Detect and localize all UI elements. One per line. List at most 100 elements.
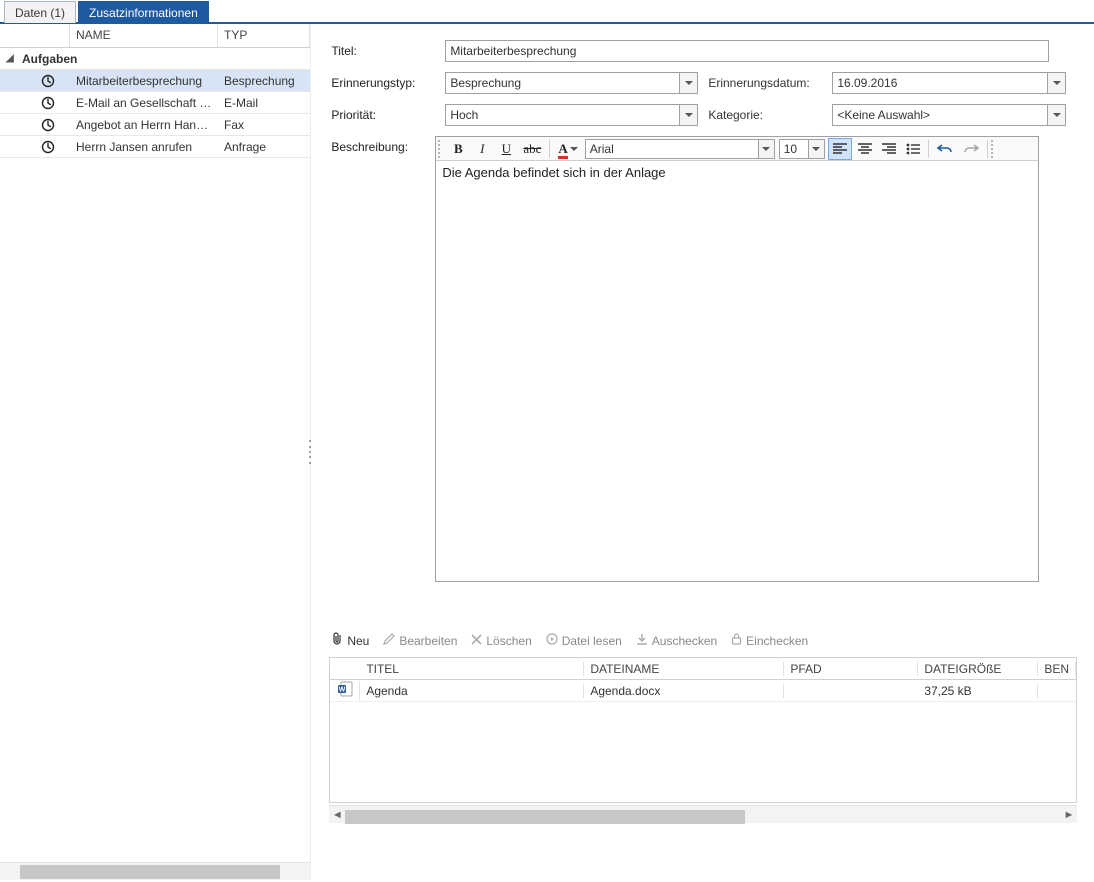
toolbar-grip-icon bbox=[438, 140, 444, 158]
align-left-button[interactable] bbox=[828, 138, 852, 160]
label-erinnerungsdatum: Erinnerungsdatum: bbox=[708, 76, 822, 90]
attach-col-titel[interactable]: TITEL bbox=[360, 662, 584, 676]
svg-text:W: W bbox=[339, 687, 346, 694]
tab-zusatzinformationen[interactable]: Zusatzinformationen bbox=[78, 1, 209, 23]
select-erinnerungstyp[interactable]: Besprechung bbox=[445, 72, 698, 94]
align-right-button[interactable] bbox=[878, 138, 900, 160]
clock-icon bbox=[26, 96, 70, 110]
sidebar-horizontal-scrollbar[interactable] bbox=[0, 862, 310, 880]
task-list-panel: NAME TYP ◢ Aufgaben Mitarbeiterbesprechu… bbox=[0, 24, 311, 880]
task-name: Angebot an Herrn Hansen bbox=[70, 118, 218, 132]
richtext-content[interactable]: Die Agenda befindet sich in der Anlage bbox=[436, 161, 1038, 581]
toolbar-grip-icon bbox=[991, 140, 997, 158]
attach-delete-button[interactable]: Löschen bbox=[471, 634, 531, 648]
chevron-down-icon[interactable] bbox=[758, 140, 774, 158]
attach-checkin-button[interactable]: Einchecken bbox=[731, 633, 808, 648]
strike-button[interactable]: abc bbox=[519, 138, 545, 160]
group-label: Aufgaben bbox=[22, 52, 77, 66]
align-center-button[interactable] bbox=[854, 138, 876, 160]
bold-button[interactable]: B bbox=[447, 138, 469, 160]
attach-dateiname: Agenda.docx bbox=[584, 684, 784, 698]
label-titel: Titel: bbox=[331, 44, 435, 58]
attach-col-groesse[interactable]: DATEIGRÖßE bbox=[918, 662, 1038, 676]
attachment-row[interactable]: W AgendaAgenda.docx 37,25 kB bbox=[330, 680, 1076, 702]
attach-new-button[interactable]: Neu bbox=[331, 632, 369, 649]
chevron-down-icon[interactable] bbox=[1047, 105, 1065, 125]
paperclip-icon bbox=[331, 632, 343, 649]
font-size-select[interactable]: 10 bbox=[779, 139, 825, 159]
richtext-toolbar: B I U abc A Arial bbox=[436, 137, 1038, 161]
select-erinnerungstyp-value: Besprechung bbox=[450, 76, 521, 90]
tab-daten[interactable]: Daten (1) bbox=[4, 1, 76, 23]
attach-checkin-label: Einchecken bbox=[746, 634, 808, 648]
chevron-down-icon[interactable] bbox=[679, 73, 697, 93]
attach-checkout-button[interactable]: Auschecken bbox=[636, 633, 717, 648]
splitter-handle[interactable] bbox=[306, 437, 314, 467]
input-titel[interactable]: Mitarbeiterbesprechung bbox=[445, 40, 1049, 62]
main-horizontal-scrollbar[interactable]: ◄ ► bbox=[329, 805, 1077, 823]
attach-readfile-button[interactable]: Datei lesen bbox=[546, 633, 622, 648]
task-typ: Besprechung bbox=[218, 74, 310, 88]
attach-checkout-label: Auschecken bbox=[652, 634, 717, 648]
task-row[interactable]: E-Mail an Gesellschaft G...E-Mail bbox=[0, 92, 310, 114]
select-kategorie[interactable]: <Keine Auswahl> bbox=[832, 104, 1066, 126]
attachment-header: TITEL DATEINAME PFAD DATEIGRÖßE BEN bbox=[330, 658, 1076, 680]
font-color-button[interactable]: A bbox=[554, 138, 581, 160]
attach-groesse: 37,25 kB bbox=[918, 684, 1038, 698]
task-typ: Anfrage bbox=[218, 140, 310, 154]
group-aufgaben[interactable]: ◢ Aufgaben bbox=[0, 48, 310, 70]
label-erinnerungstyp: Erinnerungstyp: bbox=[331, 76, 435, 90]
x-icon bbox=[471, 634, 482, 648]
undo-button[interactable] bbox=[933, 138, 957, 160]
task-name: Mitarbeiterbesprechung bbox=[70, 74, 218, 88]
lock-icon bbox=[731, 633, 742, 648]
task-typ: Fax bbox=[218, 118, 310, 132]
attach-col-dateiname[interactable]: DATEINAME bbox=[584, 662, 784, 676]
attach-edit-button[interactable]: Bearbeiten bbox=[383, 633, 457, 648]
task-row[interactable]: Herrn Jansen anrufenAnfrage bbox=[0, 136, 310, 158]
attach-titel: Agenda bbox=[360, 684, 584, 698]
label-prioritaet: Priorität: bbox=[331, 108, 435, 122]
font-family-select[interactable]: Arial bbox=[585, 139, 775, 159]
font-size-value: 10 bbox=[784, 142, 797, 156]
word-file-icon: W bbox=[330, 681, 360, 700]
task-row[interactable]: Angebot an Herrn HansenFax bbox=[0, 114, 310, 136]
bullet-list-button[interactable] bbox=[902, 138, 924, 160]
task-row[interactable]: MitarbeiterbesprechungBesprechung bbox=[0, 70, 310, 92]
column-icon[interactable] bbox=[26, 24, 70, 47]
collapse-icon: ◢ bbox=[6, 53, 18, 64]
tab-bar: Daten (1) Zusatzinformationen bbox=[0, 0, 1094, 24]
date-erinnerungsdatum[interactable]: 16.09.2016 bbox=[832, 72, 1066, 94]
attach-col-ben[interactable]: BEN bbox=[1038, 662, 1076, 676]
italic-button[interactable]: I bbox=[471, 138, 493, 160]
attach-col-pfad[interactable]: PFAD bbox=[784, 662, 918, 676]
task-list-header: NAME TYP bbox=[0, 24, 310, 48]
column-expander[interactable] bbox=[0, 24, 26, 47]
clock-icon bbox=[26, 118, 70, 132]
attach-readfile-label: Datei lesen bbox=[562, 634, 622, 648]
select-kategorie-value: <Keine Auswahl> bbox=[837, 108, 930, 122]
pencil-icon bbox=[383, 633, 395, 648]
font-family-value: Arial bbox=[590, 142, 614, 156]
attachment-area: Neu Bearbeiten Löschen bbox=[329, 628, 1077, 803]
select-prioritaet[interactable]: Hoch bbox=[445, 104, 698, 126]
chevron-down-icon[interactable] bbox=[808, 140, 824, 158]
attach-delete-label: Löschen bbox=[486, 634, 531, 648]
column-name[interactable]: NAME bbox=[70, 24, 218, 47]
column-typ[interactable]: TYP bbox=[218, 24, 310, 47]
scroll-right-icon[interactable]: ► bbox=[1061, 809, 1077, 821]
chevron-down-icon[interactable] bbox=[1047, 73, 1065, 93]
attach-edit-label: Bearbeiten bbox=[399, 634, 457, 648]
attachment-toolbar: Neu Bearbeiten Löschen bbox=[329, 628, 1077, 653]
play-circle-icon bbox=[546, 633, 558, 648]
select-prioritaet-value: Hoch bbox=[450, 108, 478, 122]
date-erinnerungsdatum-value: 16.09.2016 bbox=[837, 76, 897, 90]
redo-button[interactable] bbox=[959, 138, 983, 160]
chevron-down-icon[interactable] bbox=[679, 105, 697, 125]
label-beschreibung: Beschreibung: bbox=[331, 136, 435, 154]
underline-button[interactable]: U bbox=[495, 138, 517, 160]
clock-icon bbox=[26, 140, 70, 154]
scroll-left-icon[interactable]: ◄ bbox=[329, 809, 345, 821]
detail-panel: Titel: Mitarbeiterbesprechung Erinnerung… bbox=[311, 24, 1094, 880]
input-titel-value: Mitarbeiterbesprechung bbox=[450, 44, 576, 58]
